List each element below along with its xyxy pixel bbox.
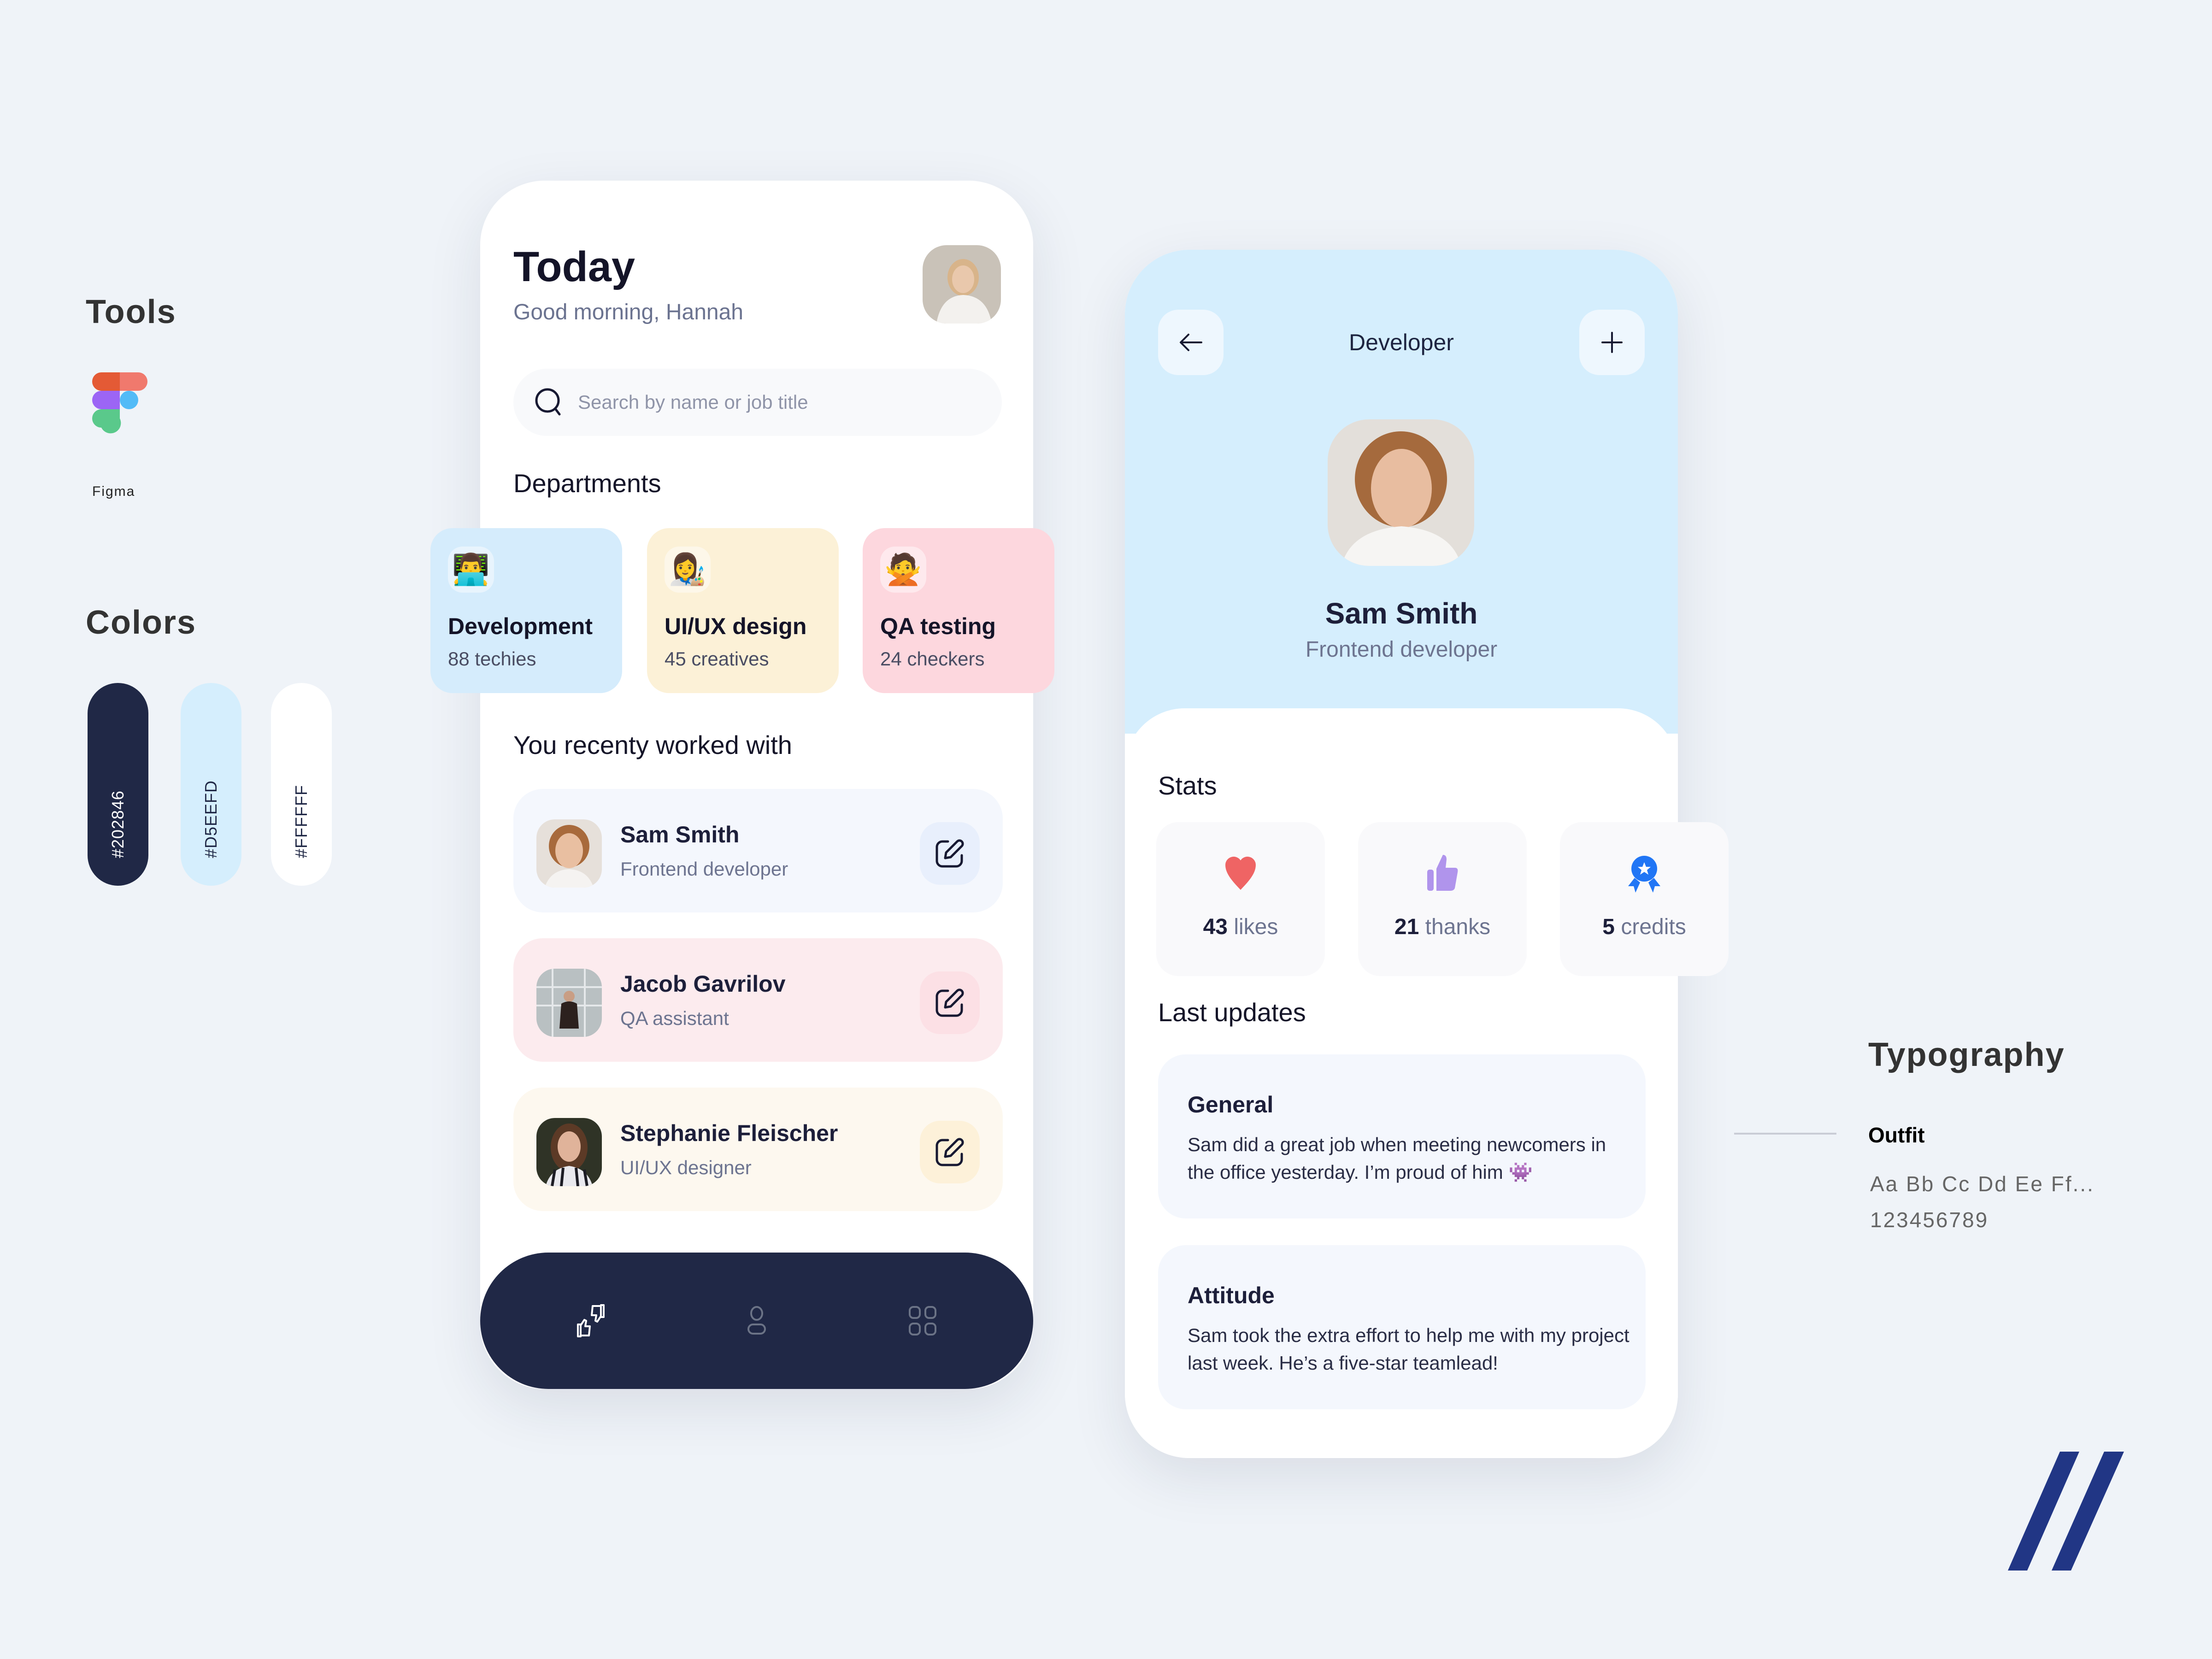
- recent-heading: You recenty worked with: [513, 730, 792, 759]
- profile-name: Sam Smith: [1325, 597, 1478, 630]
- font-name: Outfit: [1868, 1123, 1925, 1147]
- figma-label: Figma: [92, 484, 135, 499]
- update-body: Sam did a great job when meeting newcome…: [1188, 1134, 1606, 1183]
- recent-person-row[interactable]: Sam Smith Frontend developer: [513, 789, 1003, 912]
- plus-icon: [1601, 332, 1623, 353]
- add-button[interactable]: [1579, 310, 1645, 375]
- person-role: UI/UX designer: [620, 1157, 752, 1178]
- stat-unit: credits: [1621, 915, 1686, 939]
- person-avatar: [536, 1118, 602, 1186]
- person-name: Jacob Gavrilov: [620, 971, 786, 997]
- stat-unit: thanks: [1425, 915, 1491, 939]
- edit-button[interactable]: [920, 822, 980, 885]
- person-role: QA assistant: [620, 1007, 729, 1029]
- nav-kudos-button[interactable]: [563, 1293, 618, 1348]
- color-swatch-light-blue: #D5EEFD: [181, 683, 241, 886]
- color-swatch-dark: #202846: [88, 683, 148, 886]
- heart-icon: [1225, 856, 1256, 890]
- avatar-photo: [923, 245, 1001, 324]
- font-sample-letters: Aa Bb Cc Dd Ee Ff...: [1870, 1172, 2094, 1196]
- stat-value: 43: [1203, 915, 1228, 939]
- edit-icon: [935, 839, 964, 868]
- stats-heading: Stats: [1158, 771, 1217, 800]
- update-title: General: [1188, 1092, 1274, 1118]
- department-count: 88 techies: [448, 648, 536, 670]
- figma-logo-icon: [92, 372, 147, 434]
- profile-screen: Developer Sam Smith Frontend developer S…: [1125, 250, 1729, 1458]
- departments-heading: Departments: [513, 469, 661, 498]
- edit-button[interactable]: [920, 1121, 980, 1183]
- department-card-uiux[interactable]: 👩‍🎨 UI/UX design 45 creatives: [647, 528, 839, 693]
- update-title: Attitude: [1188, 1282, 1275, 1308]
- stat-card-likes: 43 likes: [1156, 822, 1325, 976]
- tools-heading: Tools: [86, 294, 176, 330]
- person-avatar: [536, 969, 602, 1037]
- profile-role: Frontend developer: [1305, 637, 1498, 662]
- person-role: Frontend developer: [620, 858, 788, 880]
- department-card-qa[interactable]: 🙅 QA testing 24 checkers: [863, 528, 1054, 693]
- stat-card-credits: 5 credits: [1560, 822, 1729, 976]
- edit-icon: [935, 1138, 964, 1166]
- grid-icon: [909, 1306, 936, 1335]
- edit-icon: [935, 988, 964, 1017]
- font-sample: Aa Bb Cc Dd Ee Ff... 123456789: [1870, 1166, 2094, 1238]
- nav-apps-button[interactable]: [895, 1293, 950, 1348]
- stat-value: 5: [1602, 915, 1615, 939]
- font-sample-numbers: 123456789: [1870, 1208, 1989, 1232]
- person-name: Stephanie Fleischer: [620, 1120, 838, 1146]
- department-name: UI/UX design: [665, 613, 807, 639]
- greeting-text: Good morning, Hannah: [513, 300, 743, 324]
- developer-emoji-icon: 👨‍💻: [448, 547, 494, 593]
- search-bar[interactable]: [513, 369, 1002, 436]
- gesture-no-emoji-icon: 🙅: [880, 547, 926, 593]
- swatch-label: #202846: [108, 790, 127, 858]
- divider: [1734, 1133, 1836, 1135]
- nav-profile-button[interactable]: [729, 1293, 784, 1348]
- department-count: 45 creatives: [665, 648, 769, 670]
- stat-unit: likes: [1234, 915, 1278, 939]
- last-updates-heading: Last updates: [1158, 998, 1306, 1027]
- profile-avatar: [1328, 419, 1474, 566]
- recent-person-row[interactable]: Jacob Gavrilov QA assistant: [513, 938, 1003, 1062]
- department-card-development[interactable]: 👨‍💻 Development 88 techies: [430, 528, 622, 693]
- recent-person-row[interactable]: Stephanie Fleischer UI/UX designer: [513, 1088, 1003, 1211]
- double-slash-logo-icon: [2008, 1452, 2124, 1571]
- typography-heading: Typography: [1868, 1036, 2065, 1073]
- stat-card-thanks: 21 thanks: [1358, 822, 1527, 976]
- award-badge-icon: [1628, 856, 1660, 893]
- user-icon: [747, 1306, 766, 1335]
- artist-emoji-icon: 👩‍🎨: [665, 547, 711, 593]
- person-avatar: [536, 819, 602, 888]
- department-name: Development: [448, 613, 593, 639]
- bottom-navigation: [480, 1253, 1033, 1389]
- swatch-label: #D5EEFD: [201, 780, 220, 858]
- colors-heading: Colors: [86, 604, 197, 641]
- thumbs-exchange-icon: [577, 1304, 605, 1337]
- search-icon: [535, 388, 561, 416]
- update-body: Sam took the extra effort to help me wit…: [1188, 1324, 1630, 1374]
- update-card: Attitude Sam took the extra effort to he…: [1158, 1245, 1646, 1409]
- page-title: Today: [513, 243, 635, 290]
- edit-button[interactable]: [920, 971, 980, 1034]
- update-card: General Sam did a great job when meeting…: [1158, 1054, 1646, 1218]
- thumbs-up-icon: [1427, 855, 1458, 891]
- person-name: Sam Smith: [620, 822, 740, 847]
- department-name: QA testing: [880, 613, 996, 639]
- department-count: 24 checkers: [880, 648, 985, 670]
- stat-value: 21: [1394, 915, 1419, 939]
- swatch-label: #FFFFFF: [292, 785, 311, 858]
- color-swatch-white: #FFFFFF: [271, 683, 332, 886]
- search-input[interactable]: [577, 391, 947, 414]
- user-avatar[interactable]: [923, 245, 1001, 324]
